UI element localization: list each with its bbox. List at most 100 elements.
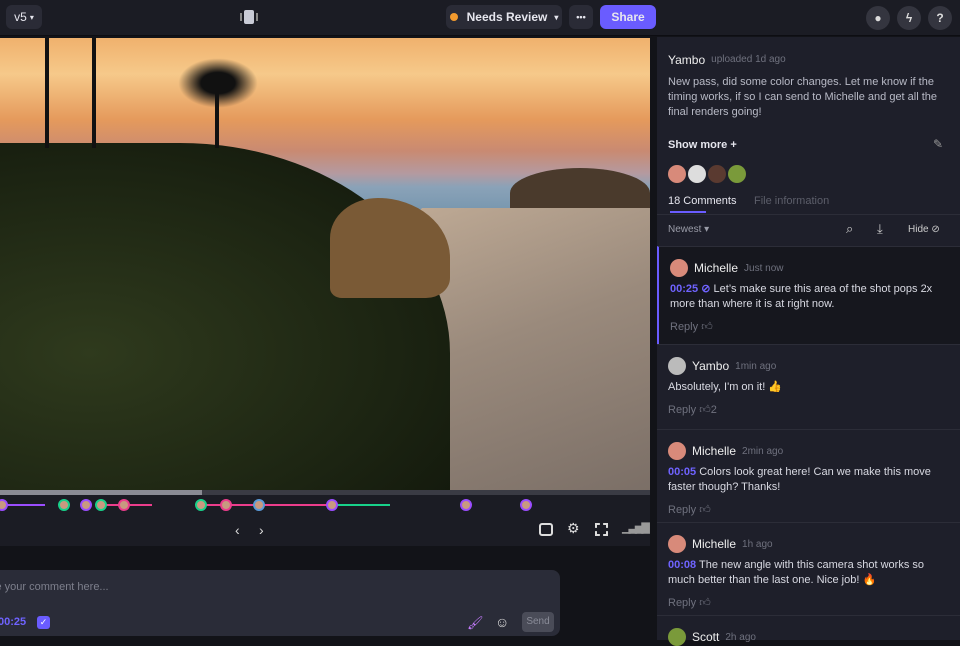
palm-tree: [92, 38, 96, 148]
range-marker: [330, 504, 390, 506]
like-count: 2: [710, 404, 717, 416]
chevron-down-icon: ▾: [554, 12, 559, 22]
video-frame[interactable]: [0, 38, 650, 490]
hillside: [0, 143, 450, 490]
comment-marker[interactable]: [58, 499, 70, 511]
gear-icon[interactable]: ⚙: [567, 520, 580, 537]
hide-button[interactable]: Hide ⊘: [908, 224, 940, 235]
comment-author: Yambo: [692, 359, 730, 373]
viewer-avatars: [668, 165, 752, 183]
avatar: [668, 357, 686, 375]
comment-marker[interactable]: [520, 499, 532, 511]
divider: [657, 214, 960, 215]
annotation-icon: ⊘: [701, 283, 711, 295]
more-button[interactable]: •••: [569, 5, 593, 29]
comment-timestamp[interactable]: 00:25: [670, 283, 698, 295]
comment-marker[interactable]: [460, 499, 472, 511]
tab-comments[interactable]: 18 Comments: [668, 195, 736, 207]
comment-timestamp[interactable]: 00:05: [668, 466, 696, 478]
comment-item[interactable]: Michelle 1h ago 00:08 The new angle with …: [657, 522, 960, 615]
show-more-link[interactable]: Show more +: [668, 139, 737, 151]
comment-author: Michelle: [694, 261, 739, 275]
fullscreen-icon[interactable]: [595, 523, 608, 536]
progress-fill: [0, 490, 202, 495]
search-icon[interactable]: ⌕: [846, 221, 853, 237]
comment-marker[interactable]: [220, 499, 232, 511]
comment-text: The new angle with this camera shot work…: [668, 559, 924, 586]
hide-label: Hide: [908, 224, 929, 235]
comment-marker[interactable]: [195, 499, 207, 511]
captions-icon[interactable]: [539, 523, 553, 536]
comment-marker[interactable]: [95, 499, 107, 511]
avatar: [668, 535, 686, 553]
timestamp-checkbox[interactable]: ✓: [37, 616, 50, 629]
comment-text: Colors look great here! Can we make this…: [668, 466, 931, 493]
comment-item[interactable]: Scott 2h ago: [657, 615, 960, 646]
reply-button[interactable]: Reply: [668, 404, 696, 416]
reply-button[interactable]: Reply: [668, 597, 696, 609]
comment-item[interactable]: Michelle 2min ago 00:05 Colors look great…: [657, 429, 960, 522]
comment-timeline[interactable]: [0, 490, 650, 516]
comment-item[interactable]: Michelle Just now 00:25 ⊘ Let’s make sure…: [657, 246, 960, 344]
chevron-down-icon: ▾: [29, 12, 34, 22]
previous-button[interactable]: ‹: [235, 522, 240, 538]
palm-crown: [178, 58, 258, 108]
quality-icon[interactable]: ▁▃▅▇: [622, 521, 650, 534]
compare-view-icon[interactable]: [240, 10, 258, 24]
avatar: [668, 628, 686, 646]
comment-time: Just now: [744, 262, 784, 274]
comment-time: 2min ago: [742, 445, 784, 457]
progress-bar[interactable]: [0, 490, 650, 495]
like-icon[interactable]: 👍︎: [699, 597, 711, 609]
comment-marker[interactable]: [80, 499, 92, 511]
share-button[interactable]: Share: [600, 5, 656, 29]
like-icon[interactable]: 👍︎: [701, 321, 713, 333]
avatar: [668, 165, 686, 183]
comment-timestamp[interactable]: 00:08: [668, 559, 696, 571]
pencil-icon[interactable]: ✎: [933, 137, 943, 151]
like-icon[interactable]: 👍︎: [699, 504, 711, 516]
download-icon[interactable]: ⤓: [877, 221, 883, 237]
reply-button[interactable]: Reply: [668, 504, 696, 516]
uploader-name: Yambo: [668, 52, 706, 67]
timestamp-label: 00:25: [0, 616, 27, 628]
comment-composer[interactable]: ve your comment here... 00:25 ✓ 🖌 ☺ Send: [0, 570, 560, 636]
next-button[interactable]: ›: [259, 522, 264, 538]
comment-input[interactable]: ve your comment here...: [0, 581, 109, 593]
avatar: [708, 165, 726, 183]
comment-text: Absolutely, I'm on it! 👍: [668, 381, 783, 393]
emoji-icon[interactable]: ☺: [495, 614, 509, 630]
send-button[interactable]: Send: [522, 612, 554, 632]
version-dropdown[interactable]: v5 ▾: [6, 5, 42, 29]
comment-author: Michelle: [692, 444, 737, 458]
avatar: [688, 165, 706, 183]
help-icon[interactable]: ?: [928, 6, 952, 30]
reply-button[interactable]: Reply: [670, 321, 698, 333]
avatar: [668, 442, 686, 460]
status-dot-icon: [449, 13, 458, 21]
comment-marker[interactable]: [253, 499, 265, 511]
like-icon[interactable]: 👍︎: [699, 404, 711, 416]
comment-time: 1h ago: [742, 538, 773, 550]
palm-tree: [45, 38, 49, 148]
comment-item[interactable]: Yambo 1min ago Absolutely, I'm on it! 👍 R…: [657, 344, 960, 429]
avatar: [670, 259, 688, 277]
lightning-icon[interactable]: ϟ: [897, 6, 921, 30]
comment-marker[interactable]: [118, 499, 130, 511]
paintbrush-icon[interactable]: 🖌: [467, 615, 484, 631]
tab-file-information[interactable]: File information: [754, 195, 829, 207]
status-dropdown[interactable]: Needs Review ▾: [446, 5, 562, 29]
top-bar: v5 ▾ Needs Review ▾ ••• Share ● ϟ ?: [0, 0, 960, 36]
upload-time: uploaded 1d ago: [711, 54, 786, 66]
sort-dropdown[interactable]: Newest ▾: [668, 224, 709, 235]
comment-author: Scott: [692, 630, 720, 644]
status-label: Needs Review: [466, 10, 548, 24]
comments-panel: Yambo uploaded 1d ago New pass, did some …: [657, 37, 960, 646]
player-controls: ‹ › ⚙ ▁▃▅▇: [0, 516, 650, 546]
comment-marker[interactable]: [326, 499, 338, 511]
comment-time: 1min ago: [735, 360, 777, 372]
sort-label: Newest: [668, 224, 702, 235]
user-icon[interactable]: ●: [866, 6, 890, 30]
comment-time: 2h ago: [725, 631, 756, 643]
comment-marker[interactable]: [0, 499, 8, 511]
